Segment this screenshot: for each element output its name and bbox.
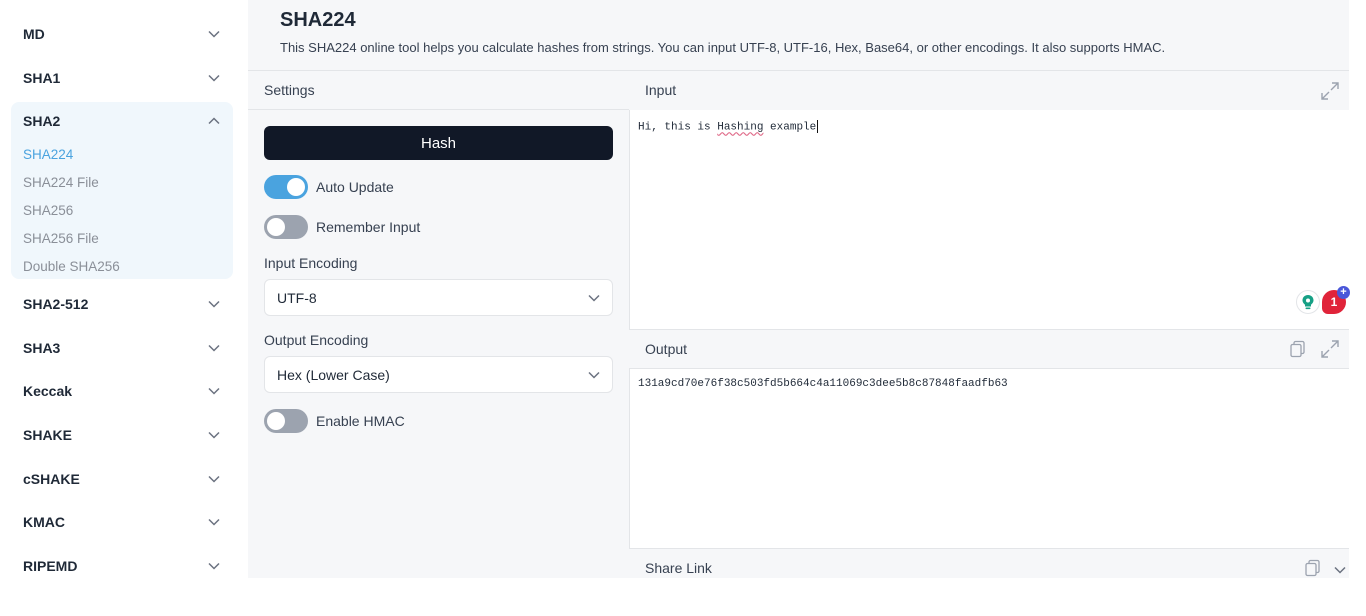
nav-group-sha2-512[interactable]: SHA2-512 — [11, 282, 233, 326]
nav-label: SHA3 — [23, 340, 61, 356]
misspelled-word: Hashing — [717, 121, 764, 134]
output-encoding-select[interactable]: Hex (Lower Case) — [264, 356, 613, 393]
sidebar-item-sha256-file[interactable]: SHA256 File — [11, 224, 233, 252]
sidebar-item-double-sha256[interactable]: Double SHA256 — [11, 252, 233, 280]
nav-label: SHAKE — [23, 427, 73, 443]
divider — [629, 548, 1349, 549]
chevron-down-icon — [588, 289, 600, 307]
chevron-down-icon[interactable] — [1329, 559, 1351, 581]
nav-group-cshake[interactable]: cSHAKE — [11, 457, 233, 501]
input-encoding-value: UTF-8 — [277, 289, 317, 306]
page-title: SHA224 — [280, 9, 356, 31]
nav-group-sha1[interactable]: SHA1 — [11, 56, 233, 100]
nav-head-sha1[interactable]: SHA1 — [11, 56, 233, 100]
chevron-down-icon — [207, 297, 221, 311]
output-textarea[interactable]: 131a9cd70e76f38c503fd5b664c4a11069c3dee5… — [629, 369, 1349, 548]
chevron-down-icon — [207, 27, 221, 41]
nav-head-shake[interactable]: SHAKE — [11, 413, 233, 457]
input-text: Hi, this is Hashing example — [638, 120, 819, 134]
nav-label: SHA1 — [23, 70, 61, 86]
chevron-down-icon — [207, 341, 221, 355]
nav-group-md[interactable]: MD — [11, 12, 233, 56]
chevron-up-icon — [207, 114, 221, 128]
chevron-down-icon — [207, 71, 221, 85]
chevron-down-icon — [207, 384, 221, 398]
divider — [629, 329, 1349, 330]
nav-head-sha2-512[interactable]: SHA2-512 — [11, 282, 233, 326]
nav-group-sha2: SHA2 SHA224 SHA224 File SHA256 SHA256 Fi… — [11, 102, 233, 279]
sidebar-item-sha224-file[interactable]: SHA224 File — [11, 168, 233, 196]
nav-group-ripemd[interactable]: RIPEMD — [11, 544, 233, 588]
enable-hmac-toggle[interactable] — [264, 409, 308, 433]
sidebar-item-sha224[interactable]: SHA224 — [11, 140, 233, 168]
remember-input-row: Remember Input — [264, 215, 420, 239]
chevron-down-icon — [207, 428, 221, 442]
nav-label: MD — [23, 26, 45, 42]
divider — [248, 70, 1349, 71]
nav-label: Keccak — [23, 383, 73, 399]
nav-group-kmac[interactable]: KMAC — [11, 500, 233, 544]
remember-input-label: Remember Input — [316, 219, 421, 235]
share-link-label: Share Link — [645, 560, 712, 576]
copy-share-link-icon[interactable] — [1302, 557, 1324, 579]
remember-input-toggle[interactable] — [264, 215, 308, 239]
nav-head-sha2[interactable]: SHA2 — [11, 102, 233, 140]
sidebar: MD SHA1 SHA2 SHA224 SHA224 File SHA256 S… — [0, 0, 248, 616]
lightbulb-icon[interactable] — [1296, 290, 1320, 314]
settings-label: Settings — [264, 82, 315, 98]
nav-head-sha3[interactable]: SHA3 — [11, 326, 233, 370]
output-hash-value: 131a9cd70e76f38c503fd5b664c4a11069c3dee5… — [638, 378, 1008, 390]
chevron-down-icon — [588, 366, 600, 384]
nav-head-cshake[interactable]: cSHAKE — [11, 457, 233, 501]
nav-head-kmac[interactable]: KMAC — [11, 500, 233, 544]
enable-hmac-label: Enable HMAC — [316, 413, 405, 429]
input-textarea[interactable]: Hi, this is Hashing example — [629, 110, 1349, 329]
nav-label: SHA2-512 — [23, 296, 89, 312]
copy-output-icon[interactable] — [1287, 338, 1309, 360]
nav-label: SHA2 — [23, 113, 61, 129]
nav-group-sha3[interactable]: SHA3 — [11, 326, 233, 370]
auto-update-row: Auto Update — [264, 175, 394, 199]
input-label: Input — [645, 82, 677, 98]
hash-button[interactable]: Hash — [264, 126, 613, 160]
nav-head-ripemd[interactable]: RIPEMD — [11, 544, 233, 588]
divider — [248, 109, 629, 110]
chevron-down-icon — [207, 472, 221, 486]
nav-label: RIPEMD — [23, 558, 78, 574]
nav-head-md[interactable]: MD — [11, 12, 233, 56]
output-label: Output — [645, 341, 688, 357]
nav-group-shake[interactable]: SHAKE — [11, 413, 233, 457]
expand-output-icon[interactable] — [1319, 338, 1341, 360]
chevron-down-icon — [207, 559, 221, 573]
nav-head-keccak[interactable]: Keccak — [11, 369, 233, 413]
auto-update-label: Auto Update — [316, 179, 394, 195]
expand-input-icon[interactable] — [1319, 80, 1341, 102]
input-encoding-select[interactable]: UTF-8 — [264, 279, 613, 316]
plus-badge[interactable]: + — [1337, 286, 1350, 299]
page-description: This SHA224 online tool helps you calcul… — [280, 40, 1166, 55]
sidebar-item-sha256[interactable]: SHA256 — [11, 196, 233, 224]
nav-label: cSHAKE — [23, 471, 80, 487]
nav-label: KMAC — [23, 514, 65, 530]
enable-hmac-row: Enable HMAC — [264, 409, 405, 433]
output-encoding-label: Output Encoding — [264, 332, 369, 348]
auto-update-toggle[interactable] — [264, 175, 308, 199]
chevron-down-icon — [207, 515, 221, 529]
output-encoding-value: Hex (Lower Case) — [277, 366, 390, 383]
input-encoding-label: Input Encoding — [264, 255, 358, 271]
nav-group-keccak[interactable]: Keccak — [11, 369, 233, 413]
